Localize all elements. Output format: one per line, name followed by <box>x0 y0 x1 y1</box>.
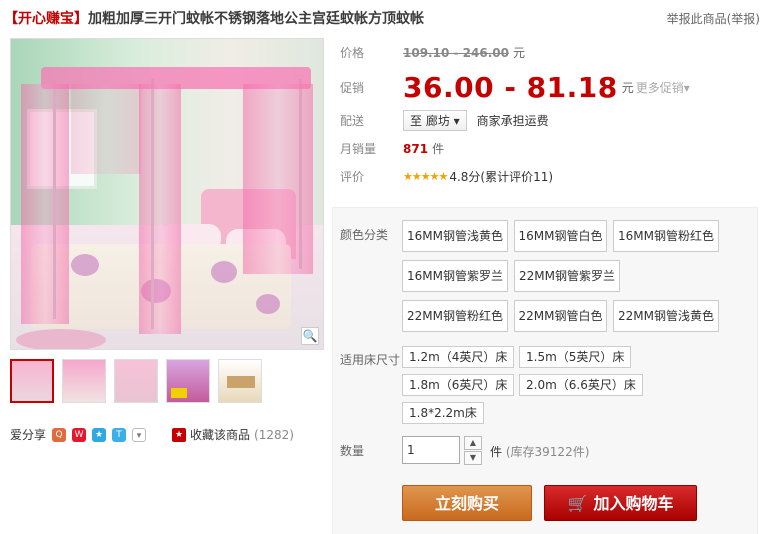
thumbnail[interactable] <box>114 359 158 403</box>
color-option[interactable]: 16MM钢管粉红色 <box>613 220 719 252</box>
tencent-share-icon[interactable]: T <box>112 427 127 442</box>
color-option[interactable]: 16MM钢管白色 <box>514 220 607 252</box>
stock-count: (库存39122件) <box>505 445 590 459</box>
stock-info: 件 (库存39122件) <box>490 443 589 460</box>
color-option[interactable]: 22MM钢管粉红色 <box>402 300 508 332</box>
weibo-share-icon[interactable]: W <box>72 427 87 442</box>
chevron-down-icon[interactable]: ▾ <box>132 427 147 442</box>
more-promo-label: 更多促销 <box>635 81 684 95</box>
zoom-icon[interactable]: 🔍 <box>301 327 319 345</box>
size-option[interactable]: 1.2m（4英尺）床 <box>402 346 515 368</box>
cart-icon: 🛒 <box>567 494 588 513</box>
thumbnail[interactable] <box>62 359 106 403</box>
color-label: 颜色分类 <box>340 228 389 242</box>
original-price: 109.10 - 246.00 <box>403 45 509 60</box>
title-tag: 【开心赚宝】 <box>4 11 88 27</box>
price-label: 价格 <box>340 46 365 60</box>
add-to-cart-label: 加入购物车 <box>593 494 674 513</box>
color-option[interactable]: 16MM钢管紫罗兰 <box>402 260 508 292</box>
delivery-row: 配送 至 廊坊 ▾ 商家承担运费 <box>340 110 549 131</box>
quantity-label: 数量 <box>340 444 365 458</box>
monthly-sales-label: 月销量 <box>340 142 377 156</box>
quantity-unit: 件 <box>490 445 503 459</box>
color-option[interactable]: 22MM钢管浅黄色 <box>613 300 719 332</box>
color-option[interactable]: 16MM钢管浅黄色 <box>402 220 508 252</box>
main-product-image[interactable]: 🔍 <box>10 38 324 350</box>
thumbnail[interactable] <box>218 359 262 403</box>
more-promo-link[interactable]: 更多促销▾ <box>636 79 690 96</box>
rating-label: 评价 <box>340 170 365 184</box>
report-link[interactable]: 举报此商品(举报) <box>667 10 760 27</box>
color-option[interactable]: 22MM钢管白色 <box>514 300 607 332</box>
qzone-share-icon[interactable]: Q <box>52 427 67 442</box>
add-to-cart-button[interactable]: 🛒 加入购物车 <box>544 485 697 521</box>
promo-row: 促销 36.00 - 81.18 元 更多促销▾ <box>340 71 690 104</box>
thumbnail-strip <box>10 359 262 403</box>
monthly-sales-row: 月销量 871 件 <box>340 140 444 157</box>
buy-now-button[interactable]: 立刻购买 <box>402 485 532 521</box>
promo-price: 36.00 - 81.18 <box>403 71 618 104</box>
product-title: 【开心赚宝】加粗加厚三开门蚊帐不锈钢落地公主宫廷蚊帐方顶蚊帐 <box>4 8 424 28</box>
size-label: 适用床尺寸 <box>340 353 401 367</box>
rating-row: 评价 ★★★★★ 4.8分(累计评价11) <box>340 168 553 185</box>
favorite-icon: ★ <box>172 427 186 442</box>
rating-stars: ★★★★★ <box>403 170 448 183</box>
delivery-location: 至 廊坊 <box>410 114 450 128</box>
share-label: 爱分享 <box>10 428 47 442</box>
price-row: 价格 109.10 - 246.00 元 <box>340 44 525 61</box>
price-unit: 元 <box>512 46 525 60</box>
title-text: 加粗加厚三开门蚊帐不锈钢落地公主宫廷蚊帐方顶蚊帐 <box>88 11 424 27</box>
size-option[interactable]: 1.8*2.2m床 <box>402 402 484 424</box>
delivery-label: 配送 <box>340 114 365 128</box>
size-option[interactable]: 1.8m（6英尺）床 <box>402 374 515 396</box>
monthly-sales-unit: 件 <box>432 142 445 156</box>
delivery-fee: 商家承担运费 <box>476 114 549 128</box>
promo-label: 促销 <box>340 81 365 95</box>
star-share-icon[interactable]: ★ <box>92 427 107 442</box>
rating-text[interactable]: 4.8分(累计评价11) <box>449 168 553 185</box>
favorite-label: 收藏该商品 <box>190 428 251 442</box>
favorite-count: (1282) <box>254 427 294 442</box>
monthly-sales-count: 871 <box>403 141 429 156</box>
delivery-location-select[interactable]: 至 廊坊 ▾ <box>403 110 467 131</box>
increment-icon[interactable]: ▲ <box>464 436 482 450</box>
share-bar: 爱分享 Q W ★ T ▾ <box>10 426 147 443</box>
favorite-link[interactable]: ★ 收藏该商品 (1282) <box>172 426 294 443</box>
thumbnail[interactable] <box>10 359 54 403</box>
decrement-icon[interactable]: ▼ <box>464 451 482 465</box>
thumbnail[interactable] <box>166 359 210 403</box>
size-option[interactable]: 2.0m（6.6英尺）床 <box>519 374 643 396</box>
quantity-input[interactable]: 1 <box>402 436 460 464</box>
color-option[interactable]: 22MM钢管紫罗兰 <box>514 260 620 292</box>
size-option[interactable]: 1.5m（5英尺）床 <box>519 346 632 368</box>
promo-unit: 元 <box>621 81 634 95</box>
